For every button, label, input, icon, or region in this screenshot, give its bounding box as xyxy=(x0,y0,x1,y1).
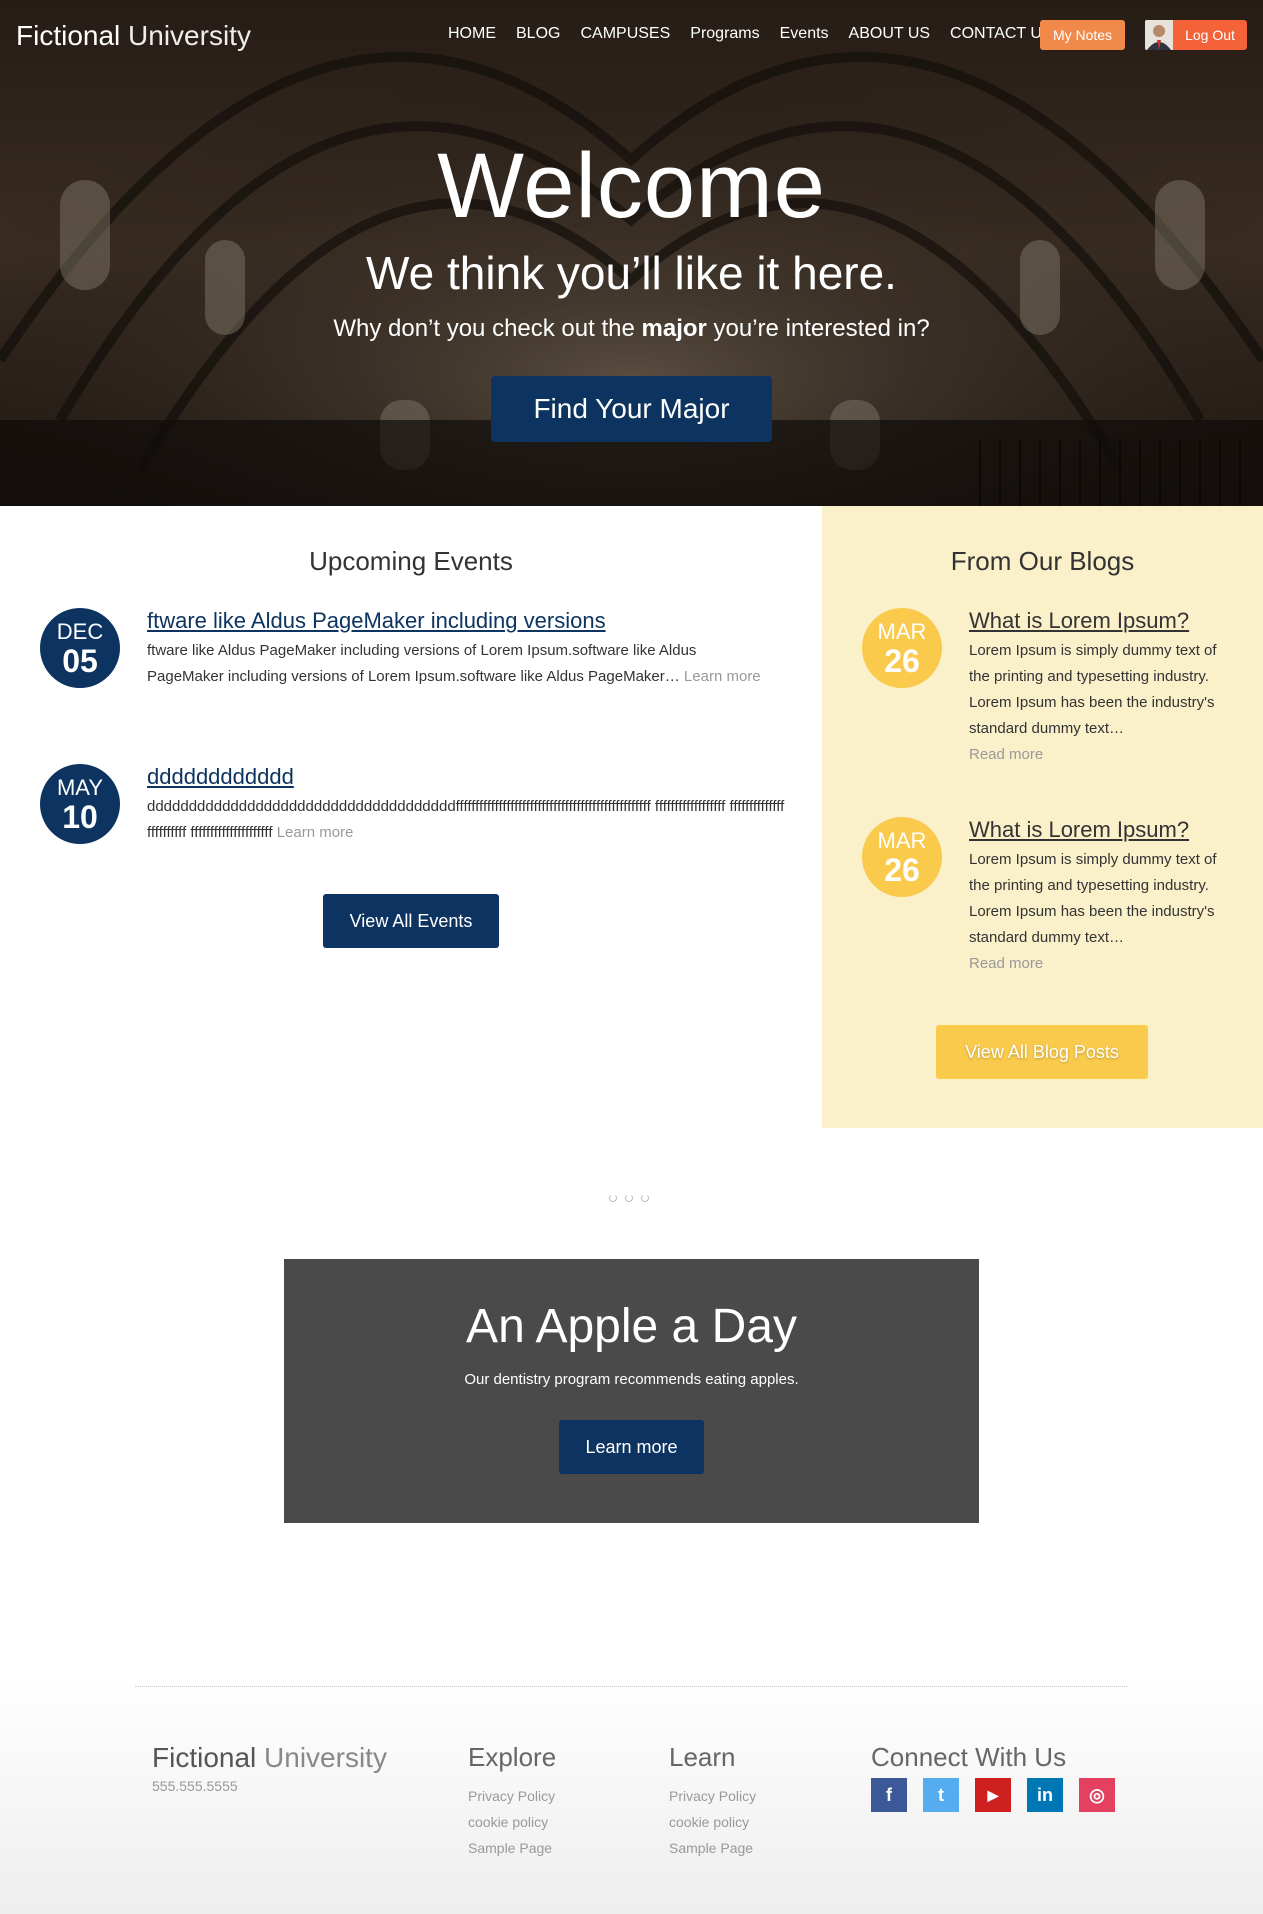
blog-read-more-link[interactable]: Read more xyxy=(969,955,1043,972)
footer-explore-link[interactable]: Privacy Policy xyxy=(468,1783,556,1809)
view-all-blog-posts-button[interactable]: View All Blog Posts xyxy=(936,1025,1148,1079)
event-excerpt-text: ftware like Aldus PageMaker including ve… xyxy=(147,642,697,685)
event-title-link[interactable]: ftware like Aldus PageMaker including ve… xyxy=(147,608,606,634)
footer-logo[interactable]: Fictional University xyxy=(152,1742,387,1774)
find-your-major-button[interactable]: Find Your Major xyxy=(491,376,772,442)
footer-divider xyxy=(135,1686,1127,1687)
my-notes-button[interactable]: My Notes xyxy=(1040,20,1125,50)
linkedin-icon[interactable]: in xyxy=(1027,1778,1063,1812)
footer-learn-link[interactable]: Privacy Policy xyxy=(669,1783,756,1809)
blog-month: MAR xyxy=(877,619,927,644)
site-footer: Fictional University 555.555.5555 Explor… xyxy=(0,1674,1263,1914)
hero-banner: Fictional University HOME BLOG CAMPUSES … xyxy=(0,0,1263,506)
hero-text-end: you’re interested in? xyxy=(713,315,930,342)
footer-phone[interactable]: 555.555.5555 xyxy=(152,1778,238,1794)
slide-text: Our dentistry program recommends eating … xyxy=(464,1371,799,1388)
main-navigation: HOME BLOG CAMPUSES Programs Events ABOUT… xyxy=(448,25,1053,43)
slider-dots xyxy=(609,1194,649,1202)
nav-events[interactable]: Events xyxy=(780,25,829,43)
from-our-blogs-section: From Our Blogs MAR 26 What is Lorem Ipsu… xyxy=(822,506,1263,1128)
footer-learn-column: Learn Privacy Policy cookie policy Sampl… xyxy=(669,1742,756,1861)
blog-title-link[interactable]: What is Lorem Ipsum? xyxy=(969,608,1189,634)
footer-connect-heading: Connect With Us xyxy=(871,1742,1067,1772)
nav-contact-us[interactable]: CONTACT US xyxy=(950,25,1053,43)
slider-dot[interactable] xyxy=(641,1194,649,1202)
logo-strong-text: Fictional xyxy=(16,20,121,51)
event-title-link[interactable]: dddddddddddd xyxy=(147,764,294,790)
footer-learn-heading: Learn xyxy=(669,1742,736,1772)
event-learn-more-link[interactable]: Learn more xyxy=(277,824,354,841)
user-avatar[interactable] xyxy=(1145,20,1173,50)
site-logo[interactable]: Fictional University xyxy=(16,20,251,52)
logo-thin-text: University xyxy=(128,20,251,51)
upcoming-events-section: Upcoming Events DEC 05 ftware like Aldus… xyxy=(0,506,822,1128)
event-month: MAY xyxy=(56,775,104,800)
blogs-heading: From Our Blogs xyxy=(950,546,1135,576)
hero-text-bold: major xyxy=(641,315,707,342)
hero-text-start: Why don’t you check out the xyxy=(333,315,635,342)
event-learn-more-link[interactable]: Learn more xyxy=(684,668,761,685)
slider-dot[interactable] xyxy=(609,1194,617,1202)
twitter-icon[interactable]: t xyxy=(923,1778,959,1812)
blog-excerpt: Lorem Ipsum is simply dummy text of the … xyxy=(969,642,1217,737)
footer-logo-strong: Fictional xyxy=(152,1742,257,1773)
event-day: 05 xyxy=(62,643,98,679)
footer-explore-heading: Explore xyxy=(468,1742,557,1772)
nav-campuses[interactable]: CAMPUSES xyxy=(580,25,670,43)
slider-dot[interactable] xyxy=(625,1194,633,1202)
event-day: 10 xyxy=(62,799,98,835)
avatar-image xyxy=(1145,20,1173,50)
facebook-icon[interactable]: f xyxy=(871,1778,907,1812)
nav-programs[interactable]: Programs xyxy=(690,25,759,43)
nav-blog[interactable]: BLOG xyxy=(516,25,560,43)
event-excerpt: dddddddddddddddddddddddddddddddddddddfff… xyxy=(147,794,787,846)
blog-title-link[interactable]: What is Lorem Ipsum? xyxy=(969,817,1189,843)
social-icons: f t ▶ in ◎ xyxy=(871,1778,1115,1812)
event-month: DEC xyxy=(56,619,104,644)
nav-home[interactable]: HOME xyxy=(448,25,496,43)
footer-explore-link[interactable]: cookie policy xyxy=(468,1809,556,1835)
blog-month: MAR xyxy=(877,828,927,853)
blog-date-badge[interactable]: MAR 26 xyxy=(862,608,942,688)
blog-date-badge[interactable]: MAR 26 xyxy=(862,817,942,897)
slide-title: An Apple a Day xyxy=(466,1300,797,1353)
footer-logo-thin: University xyxy=(264,1742,387,1773)
blog-read-more-link[interactable]: Read more xyxy=(969,746,1043,763)
event-date-badge[interactable]: MAY 10 xyxy=(40,764,120,844)
blog-excerpt: Lorem Ipsum is simply dummy text of the … xyxy=(969,851,1217,946)
footer-explore-column: Explore Privacy Policy cookie policy Sam… xyxy=(468,1742,556,1861)
nav-about-us[interactable]: ABOUT US xyxy=(849,25,931,43)
youtube-icon[interactable]: ▶ xyxy=(975,1778,1011,1812)
blog-day: 26 xyxy=(884,643,920,679)
hero-title: Welcome xyxy=(437,135,826,237)
event-excerpt: ftware like Aldus PageMaker including ve… xyxy=(147,638,775,690)
event-date-badge[interactable]: DEC 05 xyxy=(40,608,120,688)
events-heading: Upcoming Events xyxy=(309,546,513,576)
blog-day: 26 xyxy=(884,852,920,888)
log-out-button[interactable]: Log Out xyxy=(1173,20,1247,50)
hero-text: Why don’t you check out the major you’re… xyxy=(0,315,1263,343)
footer-connect-column: Connect With Us xyxy=(871,1742,1066,1783)
event-excerpt-text: dddddddddddddddddddddddddddddddddddddfff… xyxy=(147,798,785,841)
instagram-icon[interactable]: ◎ xyxy=(1079,1778,1115,1812)
footer-learn-link[interactable]: Sample Page xyxy=(669,1835,756,1861)
hero-slide: An Apple a Day Our dentistry program rec… xyxy=(284,1259,979,1523)
footer-explore-link[interactable]: Sample Page xyxy=(468,1835,556,1861)
view-all-events-button[interactable]: View All Events xyxy=(323,894,499,948)
footer-learn-link[interactable]: cookie policy xyxy=(669,1809,756,1835)
slide-learn-more-button[interactable]: Learn more xyxy=(559,1420,704,1474)
hero-subtitle: We think you’ll like it here. xyxy=(366,247,897,299)
